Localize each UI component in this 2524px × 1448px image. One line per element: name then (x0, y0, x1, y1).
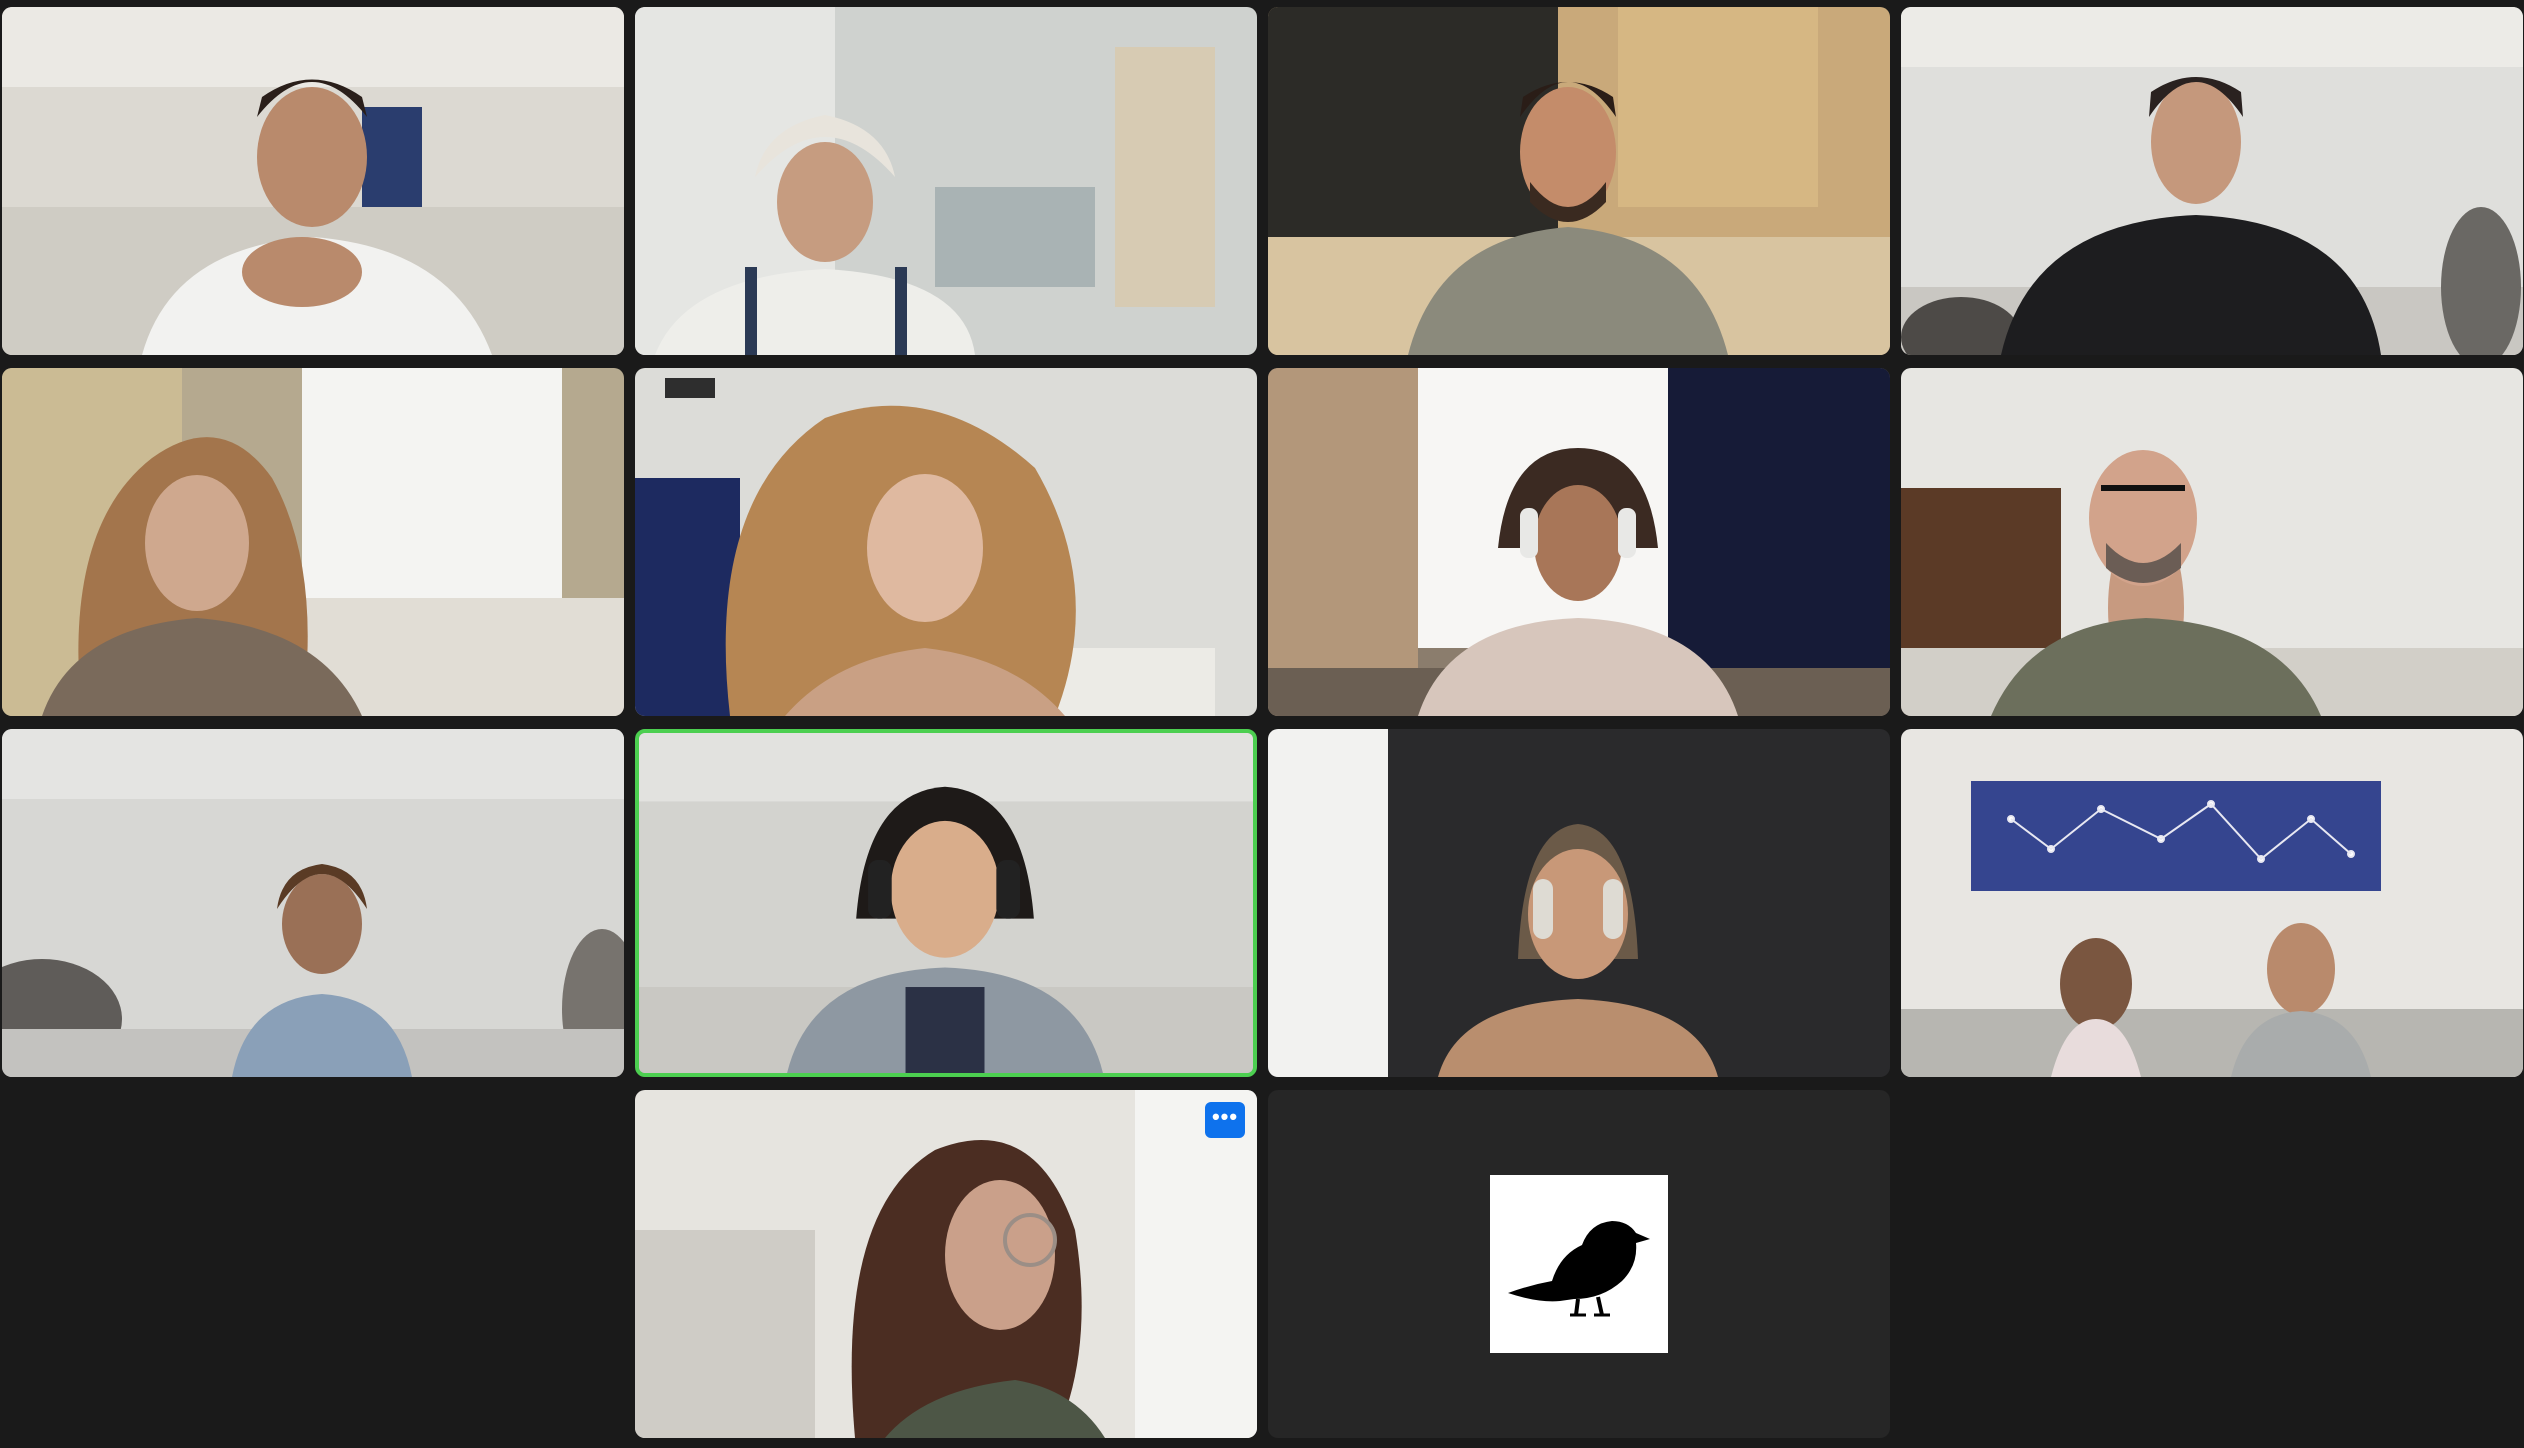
participant-tile-11[interactable] (1268, 729, 1890, 1077)
participant-avatar (1490, 1175, 1668, 1353)
participant-tile-8[interactable] (1901, 368, 2523, 716)
participant-video-9 (2, 729, 624, 1077)
participant-video-11 (1268, 729, 1890, 1077)
participant-video-6 (635, 368, 1257, 716)
participant-tile-2[interactable] (635, 7, 1257, 355)
participant-tile-12[interactable] (1901, 729, 2523, 1077)
participant-tile-9[interactable] (2, 729, 624, 1077)
video-gallery: ••• (0, 0, 2524, 1448)
participant-tile-1[interactable] (2, 7, 624, 355)
participant-tile-6[interactable] (635, 368, 1257, 716)
participant-video-1 (2, 7, 624, 355)
participant-video-2 (635, 7, 1257, 355)
participant-video-8 (1901, 368, 2523, 716)
participant-tile-5[interactable] (2, 368, 624, 716)
participant-video-4 (1901, 7, 2523, 355)
participant-video-3 (1268, 7, 1890, 355)
participant-tile-13[interactable]: ••• (635, 1090, 1257, 1438)
participant-video-10 (639, 733, 1253, 1073)
participant-tile-14-video-off[interactable] (1268, 1090, 1890, 1438)
participant-tile-4[interactable] (1901, 7, 2523, 355)
more-options-button[interactable]: ••• (1205, 1102, 1245, 1138)
participant-video-12 (1901, 729, 2523, 1077)
participant-tile-3[interactable] (1268, 7, 1890, 355)
participant-video-7 (1268, 368, 1890, 716)
participant-video-5 (2, 368, 624, 716)
participant-tile-10-active-speaker[interactable] (635, 729, 1257, 1077)
participant-video-13 (635, 1090, 1257, 1438)
bird-silhouette-icon (1508, 1221, 1650, 1317)
participant-tile-7[interactable] (1268, 368, 1890, 716)
